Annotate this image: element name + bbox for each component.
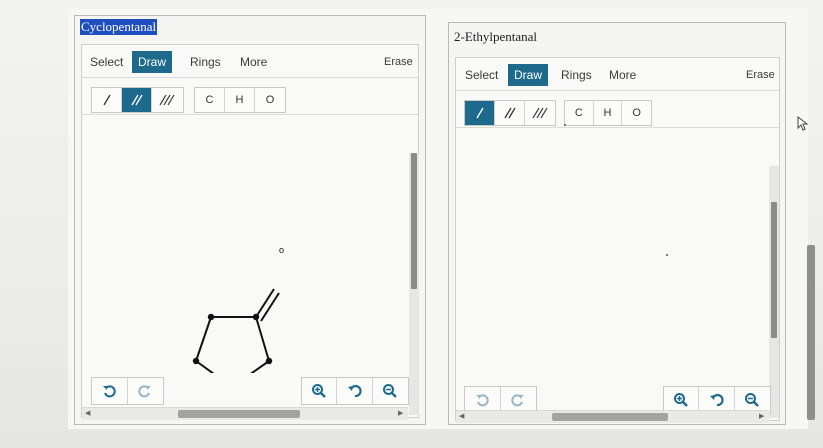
vertical-scroll-thumb[interactable] <box>771 202 777 338</box>
toolbar-tabs: Select Draw Rings More Erase <box>456 58 779 91</box>
question-panel-1: Cyclopentanal Select Draw Rings More Era… <box>74 15 426 425</box>
erase-button[interactable]: Erase <box>384 51 413 73</box>
horizontal-scroll-thumb[interactable] <box>178 410 300 418</box>
single-bond-icon <box>475 107 484 119</box>
scroll-right-arrow-icon[interactable]: ▶ <box>398 409 403 417</box>
undo-icon <box>476 394 489 407</box>
zoom-out-icon <box>383 384 398 398</box>
atom-c-button[interactable]: C <box>195 88 225 112</box>
reset-zoom-icon <box>709 393 724 407</box>
bond-tools <box>464 100 556 126</box>
stray-dot <box>666 254 668 256</box>
bond-tools <box>91 87 184 113</box>
vertical-scrollbar[interactable] <box>769 166 779 418</box>
redo-icon <box>138 385 152 398</box>
scroll-left-arrow-icon[interactable]: ◀ <box>85 409 90 417</box>
drawing-canvas[interactable]: ◀ ▶ <box>456 124 779 423</box>
single-bond-button[interactable] <box>465 101 495 125</box>
reset-zoom-icon <box>347 384 362 398</box>
tab-select[interactable]: Select <box>459 64 504 86</box>
zoom-controls <box>301 377 409 405</box>
scroll-left-arrow-icon[interactable]: ◀ <box>459 412 464 420</box>
atom-o-button[interactable]: O <box>255 88 285 112</box>
panel-title: 2-Ethylpentanal <box>454 29 538 44</box>
tab-draw[interactable]: Draw <box>132 51 173 73</box>
atom-tools: C H O <box>564 100 652 126</box>
zoom-out-button[interactable] <box>373 378 408 404</box>
tab-more[interactable]: More <box>603 64 642 86</box>
single-bond-button[interactable] <box>92 88 122 112</box>
atom-o-button[interactable]: O <box>622 101 651 125</box>
tab-select[interactable]: Select <box>84 51 129 73</box>
horizontal-scroll-thumb[interactable] <box>552 413 668 421</box>
double-bond-icon <box>503 107 516 119</box>
atom-h-button[interactable]: H <box>594 101 623 125</box>
atom-tools: C H O <box>194 87 286 113</box>
reset-zoom-button[interactable] <box>337 378 373 404</box>
atom-h-button[interactable]: H <box>225 88 255 112</box>
toolbar-tabs: Select Draw Rings More Erase <box>82 45 418 78</box>
sketcher-2: Select Draw Rings More Erase C H O ◀ ▶ <box>455 57 780 423</box>
zoom-in-icon <box>312 384 327 398</box>
triple-bond-icon <box>532 107 548 119</box>
triple-bond-icon <box>159 94 175 106</box>
sketcher-1: Select Draw Rings More Erase C H O o ◀ ▶ <box>81 44 419 420</box>
triple-bond-button[interactable] <box>152 88 182 112</box>
vertical-scrollbar[interactable] <box>409 153 419 415</box>
scroll-right-arrow-icon[interactable]: ▶ <box>759 412 764 420</box>
redo-button[interactable] <box>128 378 164 404</box>
draw-tools: C H O <box>82 78 418 115</box>
draw-tools: C H O <box>456 91 779 128</box>
triple-bond-button[interactable] <box>525 101 555 125</box>
stray-dot <box>564 124 566 126</box>
mouse-pointer-icon <box>797 116 809 131</box>
atom-c-button[interactable]: C <box>565 101 594 125</box>
tab-more[interactable]: More <box>234 51 273 73</box>
drawing-canvas[interactable]: o ◀ ▶ <box>82 115 419 420</box>
question-panel-2: 2-Ethylpentanal Select Draw Rings More E… <box>448 22 786 425</box>
double-bond-button[interactable] <box>495 101 525 125</box>
single-bond-icon <box>102 94 111 106</box>
cyclopentanal-structure <box>192 288 280 373</box>
tab-rings[interactable]: Rings <box>184 51 227 73</box>
zoom-in-button[interactable] <box>302 378 338 404</box>
double-bond-icon <box>130 94 143 106</box>
horizontal-scrollbar[interactable]: ◀ ▶ <box>456 410 769 423</box>
tab-draw[interactable]: Draw <box>508 64 549 86</box>
panel-title: Cyclopentanal <box>80 19 158 35</box>
erase-button[interactable]: Erase <box>746 64 775 86</box>
tab-rings[interactable]: Rings <box>555 64 598 86</box>
double-bond-button[interactable] <box>122 88 152 112</box>
zoom-out-icon <box>745 393 760 407</box>
zoom-in-icon <box>674 393 689 407</box>
history-controls <box>91 377 164 405</box>
undo-icon <box>103 385 116 398</box>
horizontal-scrollbar[interactable]: ◀ ▶ <box>82 407 408 420</box>
page-scrollbar-thumb[interactable] <box>807 245 815 420</box>
redo-icon <box>511 394 525 407</box>
oxygen-atom-label: o <box>279 245 285 255</box>
undo-button[interactable] <box>92 378 128 404</box>
vertical-scroll-thumb[interactable] <box>411 153 417 289</box>
